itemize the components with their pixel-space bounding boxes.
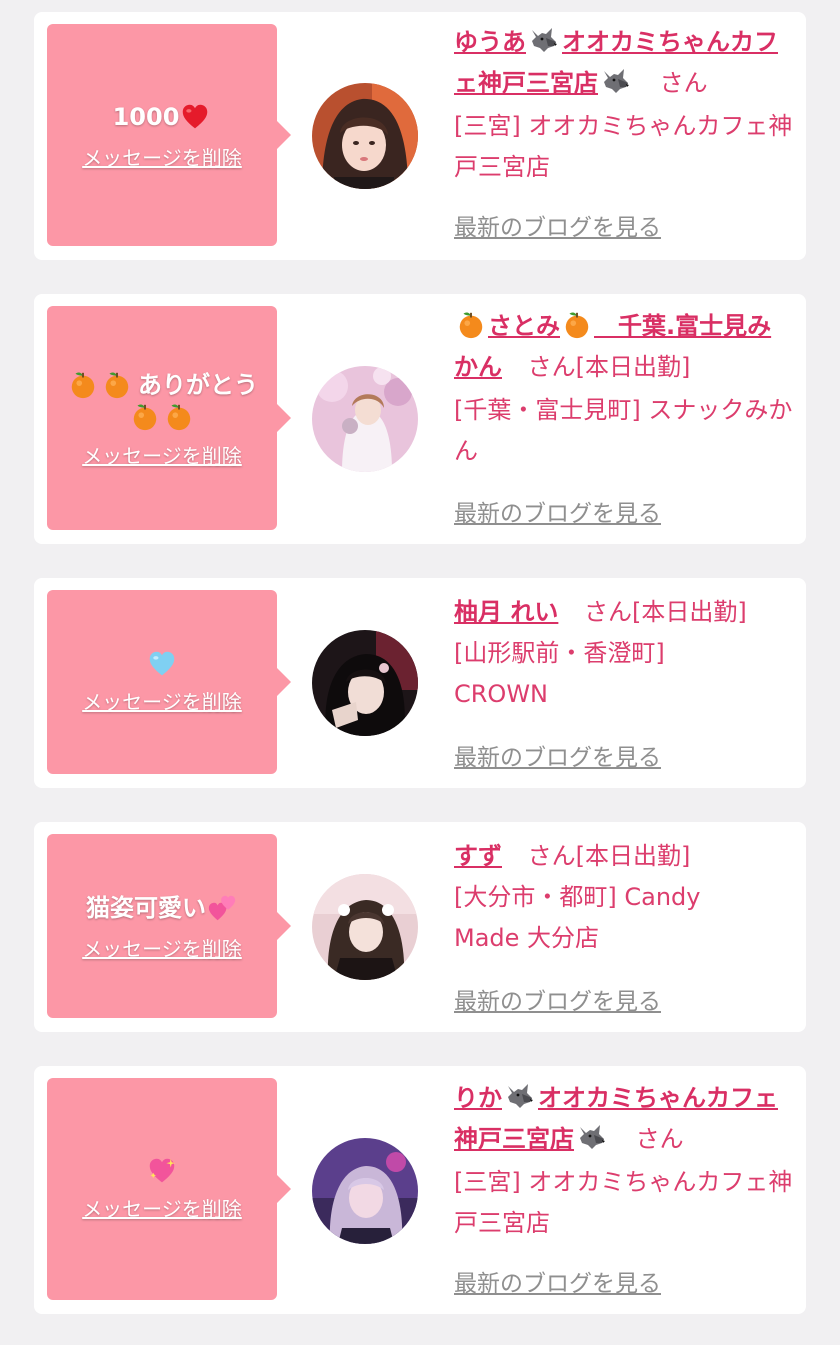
message-bubble: メッセージを削除 <box>47 590 291 774</box>
avatar[interactable] <box>312 83 418 189</box>
cast-name-link[interactable]: すず <box>454 842 502 870</box>
blue-heart-icon <box>148 650 176 678</box>
message-body: 猫姿可愛い <box>86 893 206 922</box>
shop-name: [千葉・富士見町] スナックみかん <box>454 396 793 465</box>
orange-icon <box>102 370 132 400</box>
two-hearts-icon <box>208 894 236 922</box>
latest-blog-link[interactable]: 最新のブログを見る <box>454 738 661 772</box>
delete-message-link[interactable]: メッセージを削除 <box>82 686 242 715</box>
shop-name: [大分市・都町] Candy Made 大分店 <box>454 883 701 952</box>
message-body: 1000 <box>112 102 180 131</box>
cast-name-prefix: りか <box>454 1084 502 1112</box>
red-heart-icon <box>181 103 209 131</box>
work-status: [本日出勤] <box>632 598 747 626</box>
cast-info: りか オオカミちゃんカフェ神戸三宮店 さん [三宮] オオカミちゃんカフェ神戸三宮… <box>454 1078 794 1244</box>
message-text <box>146 1157 178 1185</box>
wolf-icon <box>504 1080 536 1112</box>
avatar[interactable] <box>312 366 418 472</box>
cast-name-prefix: さとみ <box>488 312 560 340</box>
wolf-icon <box>528 24 560 56</box>
delete-message-link[interactable]: メッセージを削除 <box>82 142 242 171</box>
delete-message-link[interactable]: メッセージを削除 <box>82 1193 242 1222</box>
latest-blog-link[interactable]: 最新のブログを見る <box>454 494 661 528</box>
latest-blog-link[interactable]: 最新のブログを見る <box>454 208 661 242</box>
message-text: ありがとう <box>61 368 263 432</box>
orange-icon <box>456 310 486 340</box>
message-bubble: ありがとう メッセージを削除 <box>47 306 291 530</box>
cast-info: ゆうあ オオカミちゃんカフェ神戸三宮店 さん [三宮] オオカミちゃんカフェ神戸三… <box>454 22 794 188</box>
message-card: 猫姿可愛い メッセージを削除 すず さん[本日出勤] [大分市・都町] Cand… <box>34 822 806 1032</box>
cast-info: さとみ 千葉.富士見みかん さん[本日出勤] [千葉・富士見町] スナックみかん <box>454 306 794 472</box>
honorific: さん <box>527 842 576 870</box>
cast-name-main: オオカミちゃんカフェ神戸三宮店 <box>454 1084 778 1153</box>
message-card: メッセージを削除 柚月 れい さん[本日出勤] [山形駅前・香澄町] CROWN… <box>34 578 806 788</box>
cast-name-prefix: ゆうあ <box>454 28 526 56</box>
wolf-icon <box>576 1121 608 1153</box>
message-bubble: 猫姿可愛い メッセージを削除 <box>47 834 291 1018</box>
message-bubble: メッセージを削除 <box>47 1078 291 1300</box>
work-status: [本日出勤] <box>575 842 691 870</box>
cast-info: すず さん[本日出勤] [大分市・都町] Candy Made 大分店 <box>454 836 794 959</box>
cast-info: 柚月 れい さん[本日出勤] [山形駅前・香澄町] CROWN <box>454 592 794 715</box>
shop-name: [三宮] オオカミちゃんカフェ神戸三宮店 <box>454 112 793 181</box>
message-body: ありがとう <box>138 370 258 399</box>
shop-name: [山形駅前・香澄町] CROWN <box>454 639 665 708</box>
orange-icon <box>164 402 194 432</box>
message-card: ありがとう メッセージを削除 さとみ 千葉.富士見みかん さん[本日出勤] [千… <box>34 294 806 544</box>
message-text: 1000 <box>113 100 212 134</box>
honorific: さん <box>527 353 576 381</box>
message-card: メッセージを削除 りか オオカミちゃんカフェ神戸三宮店 さん [三宮] オオカミち… <box>34 1066 806 1314</box>
latest-blog-link[interactable]: 最新のブログを見る <box>454 982 661 1016</box>
delete-message-link[interactable]: メッセージを削除 <box>82 440 242 469</box>
avatar[interactable] <box>312 1138 418 1244</box>
avatar[interactable] <box>312 874 418 980</box>
sparkling-heart-icon <box>148 1157 176 1185</box>
message-text: 猫姿可愛い <box>86 891 238 925</box>
orange-icon <box>562 310 592 340</box>
orange-icon <box>68 370 98 400</box>
cast-name-link[interactable]: りか オオカミちゃんカフェ神戸三宮店 <box>454 1084 778 1153</box>
cast-name-link[interactable]: 柚月 れい <box>454 598 558 626</box>
cast-name-link[interactable]: ゆうあ オオカミちゃんカフェ神戸三宮店 <box>454 28 778 97</box>
message-card: 1000 メッセージを削除 ゆうあ オオカミちゃんカフェ神戸三宮店 さん [三宮]… <box>34 12 806 260</box>
avatar[interactable] <box>312 630 418 736</box>
honorific: さん <box>584 598 632 626</box>
work-status: [本日出勤] <box>575 353 691 381</box>
shop-name: [三宮] オオカミちゃんカフェ神戸三宮店 <box>454 1168 793 1237</box>
message-bubble: 1000 メッセージを削除 <box>47 24 291 246</box>
wolf-icon <box>600 65 632 97</box>
orange-icon <box>130 402 160 432</box>
honorific: さん <box>659 69 708 97</box>
latest-blog-link[interactable]: 最新のブログを見る <box>454 1264 661 1298</box>
delete-message-link[interactable]: メッセージを削除 <box>82 933 242 962</box>
message-text <box>146 650 178 678</box>
honorific: さん <box>635 1125 684 1153</box>
